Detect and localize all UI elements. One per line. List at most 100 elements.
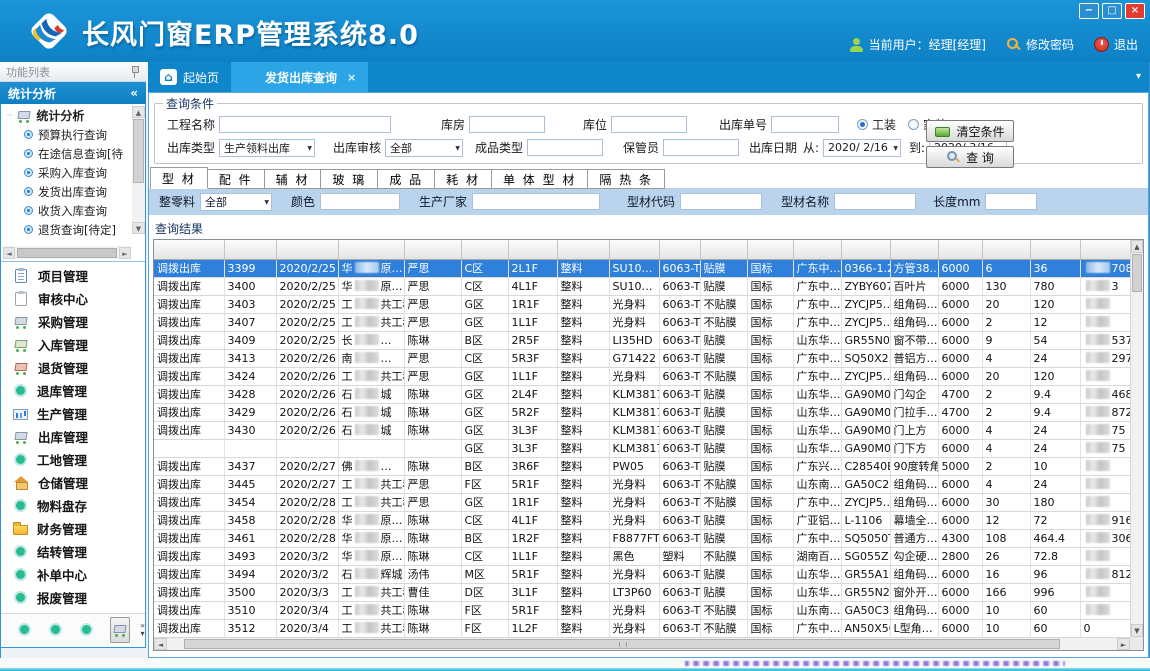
cell-keeper[interactable]: 汤伟 — [404, 565, 461, 583]
cell-color[interactable]: 光身料 — [609, 295, 659, 313]
order-no-input[interactable] — [771, 116, 839, 133]
column-header[interactable] — [841, 240, 890, 259]
collapse-icon[interactable]: « — [130, 86, 138, 100]
horizontal-scrollbar[interactable]: ◄ ► — [154, 637, 1130, 650]
cell-qty[interactable]: 10 — [982, 619, 1030, 637]
material-tab[interactable]: 辅 材 — [264, 169, 322, 189]
cell-length[interactable]: 6000 — [938, 367, 982, 385]
cell-whole-part[interactable]: 整料 — [557, 385, 609, 403]
cell-location[interactable]: 5R1F — [508, 475, 557, 493]
cell-name[interactable]: 窗不带… — [890, 331, 938, 349]
cell-surface[interactable]: 贴膜 — [700, 565, 747, 583]
cell-order-no[interactable]: 3399 — [224, 259, 276, 277]
cell-qty[interactable]: 20 — [982, 367, 1030, 385]
cell-whole-part[interactable]: 整料 — [557, 259, 609, 277]
cell-keeper[interactable]: 陈琳 — [404, 331, 461, 349]
cell-warehouse[interactable]: C区 — [461, 349, 508, 367]
column-header[interactable] — [938, 240, 982, 259]
cell-film[interactable]: 国标 — [747, 295, 793, 313]
cell-date[interactable]: 2020/2/26 — [276, 367, 338, 385]
cell-material[interactable]: 6063-T5 — [659, 619, 700, 637]
keeper-input[interactable] — [663, 139, 739, 156]
table-row[interactable]: 调拨出库 3493 2020/3/2 华原… 陈琳 C区 1L1F 整料 黑色 — [154, 547, 1130, 565]
cell-warehouse[interactable]: G区 — [461, 403, 508, 421]
cell-qty[interactable]: 2 — [982, 403, 1030, 421]
column-header[interactable] — [338, 240, 404, 259]
cell-out-type[interactable]: 调拨出库 — [154, 259, 224, 277]
cell-date[interactable]: 2020/2/25 — [276, 331, 338, 349]
cell-whole-part[interactable]: 整料 — [557, 583, 609, 601]
cell-location[interactable]: 1L1F — [508, 547, 557, 565]
cell-code[interactable]: 0366-1.2 — [841, 259, 890, 277]
table-row[interactable]: 调拨出库 3403 2020/2/25 工共工程 严思 G区 1R1F 整料 光… — [154, 295, 1130, 313]
sidebar-menu-item[interactable]: 生产管理 — [1, 402, 145, 425]
sidebar-menu-item[interactable]: 物料盘存 — [1, 494, 145, 517]
cell-qty[interactable]: 2 — [982, 313, 1030, 331]
cell-out-length[interactable]: 72 — [1030, 511, 1080, 529]
cell-length[interactable]: 2800 — [938, 547, 982, 565]
cell-maker[interactable]: 山东南… — [793, 475, 841, 493]
cell-out-type[interactable]: 调拨出库 — [154, 277, 224, 295]
cell-out-type[interactable]: 调拨出库 — [154, 331, 224, 349]
cell-project[interactable]: 南… — [338, 349, 404, 367]
cell-surface[interactable]: 不贴膜 — [700, 475, 747, 493]
sidebar-menu-item[interactable]: 补单中心 — [1, 563, 145, 586]
clear-conditions-button[interactable]: 清空条件 — [926, 120, 1014, 142]
tab-list-dropdown-icon[interactable]: ▾ — [1136, 71, 1141, 82]
cell-maker[interactable]: 山东华… — [793, 403, 841, 421]
cell-warehouse[interactable]: B区 — [461, 331, 508, 349]
cell-film[interactable]: 国标 — [747, 583, 793, 601]
cell-order-no[interactable]: 3437 — [224, 457, 276, 475]
audit-select[interactable]: 全部 — [385, 139, 463, 157]
cell-out-length[interactable]: 10 — [1030, 457, 1080, 475]
cell-film[interactable]: 国标 — [747, 565, 793, 583]
cell-price[interactable] — [1080, 583, 1130, 601]
cell-out-type[interactable]: 调拨出库 — [154, 421, 224, 439]
table-row[interactable]: 调拨出库 3429 2020/2/26 石城 陈琳 G区 5R2F 整料 KLM… — [154, 403, 1130, 421]
cell-project[interactable]: 工共工程 — [338, 619, 404, 637]
cell-length[interactable]: 4700 — [938, 403, 982, 421]
cell-date[interactable]: 2020/2/25 — [276, 259, 338, 277]
cell-qty[interactable]: 2 — [982, 385, 1030, 403]
cell-out-type[interactable]: 调拨出库 — [154, 619, 224, 637]
cell-whole-part[interactable]: 整料 — [557, 277, 609, 295]
cell-order-no[interactable]: 3454 — [224, 493, 276, 511]
sidebar-menu-item[interactable]: 结转管理 — [1, 540, 145, 563]
cell-whole-part[interactable]: 整料 — [557, 475, 609, 493]
sidebar-menu-item[interactable]: 仓储管理 — [1, 471, 145, 494]
cell-keeper[interactable]: 陈琳 — [404, 619, 461, 637]
cell-order-no[interactable]: 3494 — [224, 565, 276, 583]
cell-order-no[interactable]: 3409 — [224, 331, 276, 349]
cell-project[interactable]: 石辉城 — [338, 565, 404, 583]
table-row[interactable]: 调拨出库 3461 2020/2/28 华原… 陈琳 B区 1R2F 整料 F8… — [154, 529, 1130, 547]
cell-film[interactable]: 国标 — [747, 601, 793, 619]
cell-name[interactable]: L型角… — [890, 619, 938, 637]
vertical-scrollbar[interactable]: ▲ ▼ — [1130, 240, 1143, 637]
profile-code-input[interactable] — [680, 193, 762, 210]
cell-name[interactable]: 窗外开… — [890, 583, 938, 601]
scroll-right-icon[interactable]: ► — [119, 247, 131, 259]
cell-length[interactable]: 6000 — [938, 511, 982, 529]
cell-location[interactable]: 1L2F — [508, 619, 557, 637]
cell-film[interactable]: 国标 — [747, 349, 793, 367]
table-row[interactable]: 调拨出库 3407 2020/2/25 工共工程 严思 G区 1L1F 整料 光… — [154, 313, 1130, 331]
cell-price[interactable] — [1080, 457, 1130, 475]
cell-material[interactable]: 6063-T5 — [659, 259, 700, 277]
cell-warehouse[interactable]: C区 — [461, 547, 508, 565]
cell-out-length[interactable]: 96 — [1030, 565, 1080, 583]
cell-material[interactable]: 6063-T5 — [659, 403, 700, 421]
cell-maker[interactable]: 广东中… — [793, 277, 841, 295]
cell-order-no[interactable]: 3430 — [224, 421, 276, 439]
cell-qty[interactable]: 30 — [982, 493, 1030, 511]
cell-keeper[interactable]: 严思 — [404, 475, 461, 493]
cell-project[interactable]: 华原… — [338, 529, 404, 547]
cell-project[interactable]: 工共工程 — [338, 493, 404, 511]
more-buttons[interactable]: » ▾ — [140, 622, 145, 638]
cell-qty[interactable]: 108 — [982, 529, 1030, 547]
cell-out-type[interactable]: 调拨出库 — [154, 295, 224, 313]
cell-out-length[interactable]: 60 — [1030, 619, 1080, 637]
cell-name[interactable]: 组角码… — [890, 493, 938, 511]
cell-material[interactable]: 6063-T5 — [659, 367, 700, 385]
column-header[interactable] — [700, 240, 747, 259]
cell-whole-part[interactable]: 整料 — [557, 619, 609, 637]
